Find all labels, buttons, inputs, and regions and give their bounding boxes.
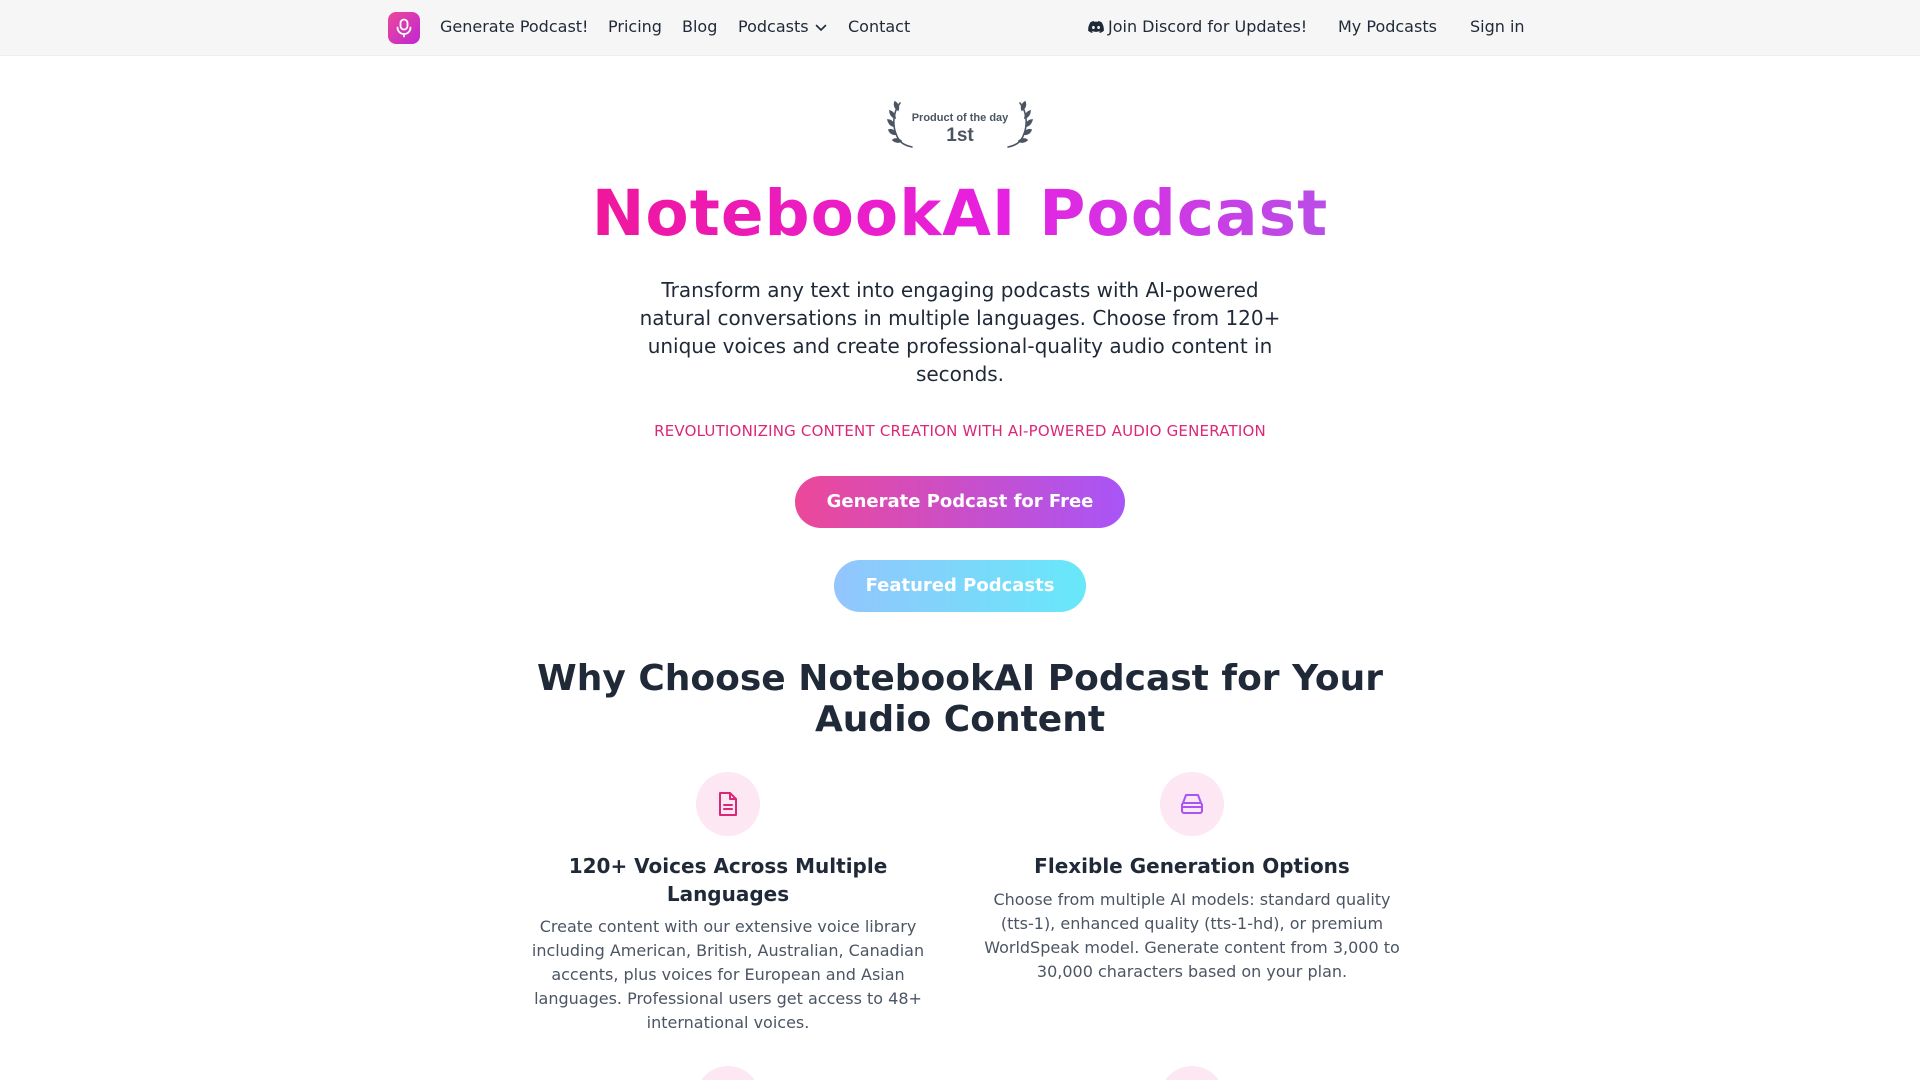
feature-title-generation: Flexible Generation Options xyxy=(1034,854,1350,878)
feature-desc-voices: Create content with our extensive voice … xyxy=(531,917,925,1032)
section-title: Why Choose NotebookAI Podcast for Your A… xyxy=(537,658,1383,740)
nav-dropdown-label: Podcasts xyxy=(738,17,809,36)
hero-title: NotebookAI Podcast xyxy=(0,178,1920,250)
hero-description: Transform any text into engaging podcast… xyxy=(639,278,1281,386)
document-icon xyxy=(719,792,737,816)
featured-podcasts-button[interactable]: Featured Podcasts xyxy=(834,560,1086,612)
feature-title-voices: 120+ Voices Across Multiple Languages xyxy=(568,854,888,906)
nav-link-generate[interactable]: Generate Podcast! xyxy=(440,17,588,37)
nav-link-pricing[interactable]: Pricing xyxy=(608,17,662,37)
nav-link-my-podcasts[interactable]: My Podcasts xyxy=(1338,17,1437,37)
feature-icon-badge xyxy=(696,772,760,836)
discord-icon xyxy=(1088,21,1104,33)
feature-desc-generation: Choose from multiple AI models: standard… xyxy=(984,890,1400,981)
nav-dropdown-podcasts[interactable]: Podcasts xyxy=(738,17,827,37)
discord-link[interactable]: Join Discord for Updates! xyxy=(1088,17,1307,37)
nav-link-blog[interactable]: Blog xyxy=(682,17,717,37)
feature-icon-badge-next xyxy=(1160,1066,1224,1080)
laurel-right-icon xyxy=(1007,100,1034,148)
generate-podcast-free-button[interactable]: Generate Podcast for Free xyxy=(795,476,1125,528)
hero-tagline: REVOLUTIONIZING CONTENT CREATION WITH AI… xyxy=(654,422,1266,440)
feature-icon-badge-next xyxy=(696,1066,760,1080)
feature-icon-badge xyxy=(1160,772,1224,836)
inbox-icon xyxy=(1181,794,1203,814)
nav-link-contact[interactable]: Contact xyxy=(848,17,910,37)
product-of-the-day-badge[interactable]: Product of the day 1st xyxy=(884,100,1036,152)
microphone-icon xyxy=(396,18,412,38)
discord-label: Join Discord for Updates! xyxy=(1108,17,1308,36)
hero-title-text: NotebookAI Podcast xyxy=(591,177,1329,250)
chevron-down-icon xyxy=(815,24,826,31)
app-logo[interactable] xyxy=(388,12,420,44)
top-navbar: Generate Podcast! Pricing Blog Podcasts … xyxy=(0,0,1920,56)
sign-in-link[interactable]: Sign in xyxy=(1470,17,1525,37)
